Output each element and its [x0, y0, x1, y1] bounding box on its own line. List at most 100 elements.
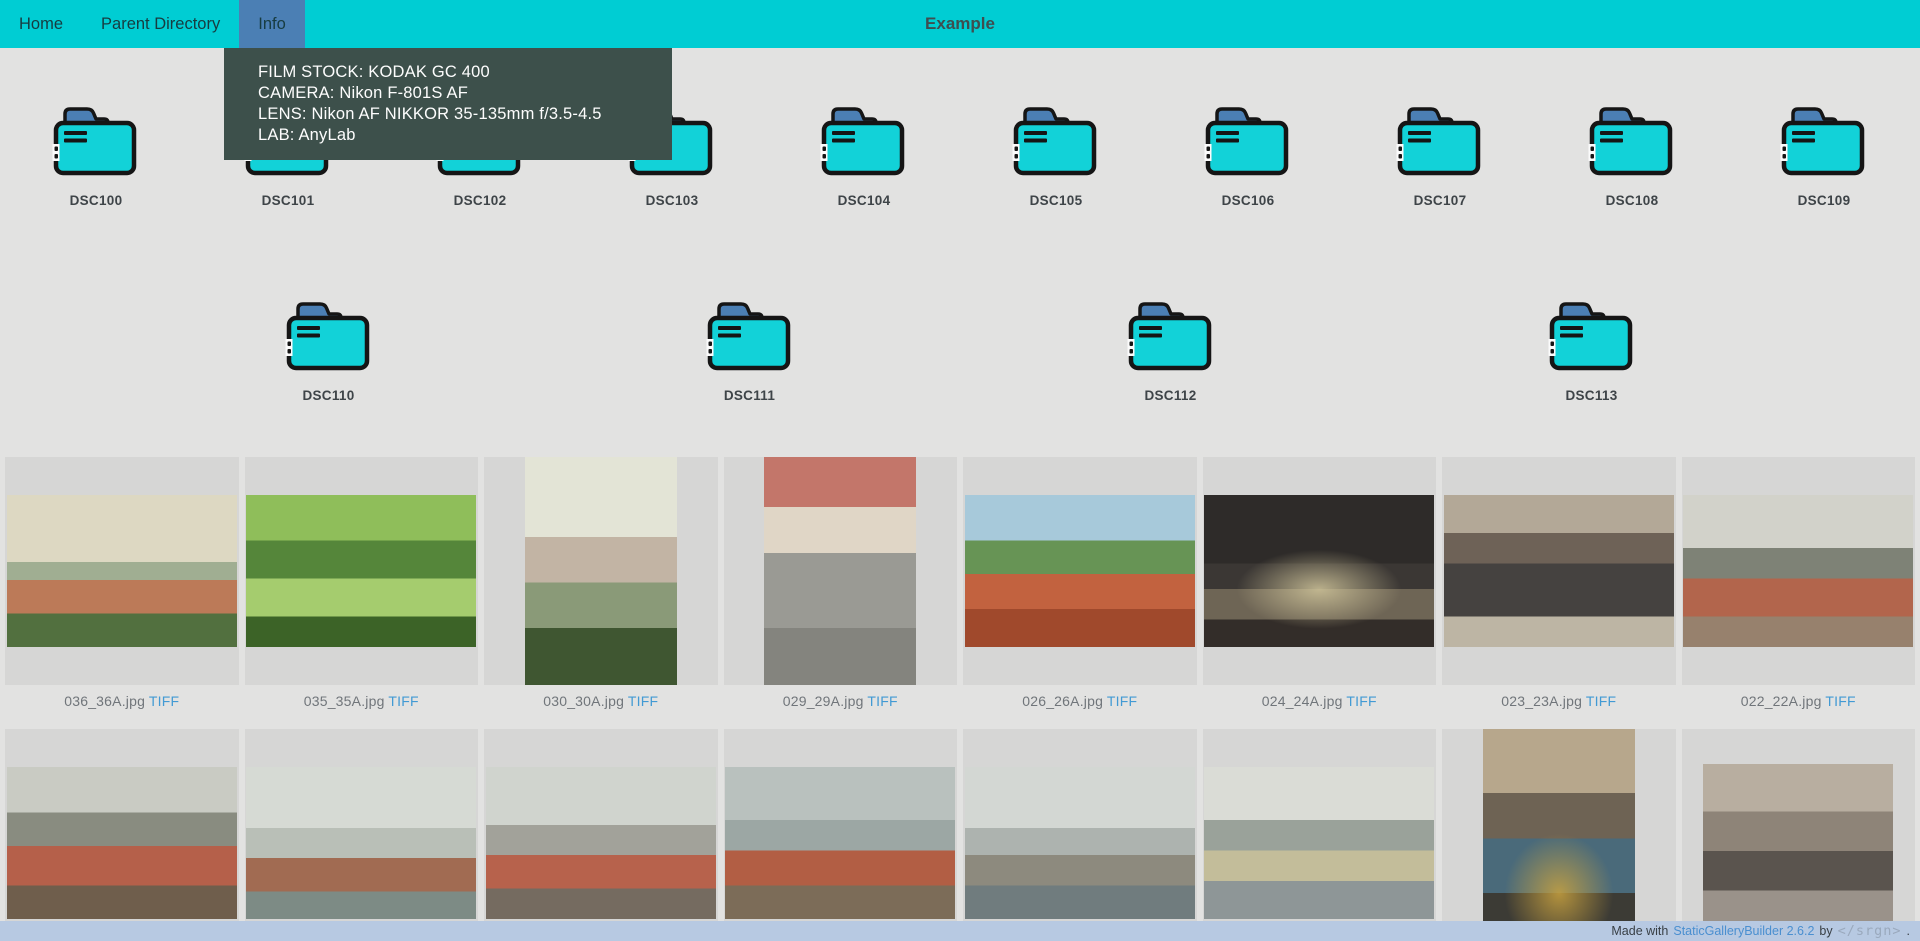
folder-label: DSC103: [646, 193, 699, 208]
nav-item-info[interactable]: Info: [239, 0, 305, 48]
photo-thumbnail[interactable]: [5, 729, 239, 941]
thumb-caption: 030_30A.jpg TIFF: [484, 685, 718, 729]
footer-period-text: .: [1907, 924, 1910, 938]
folder-dsc111[interactable]: DSC111: [539, 298, 960, 403]
photo-old-town-street-with-crowd: [1703, 764, 1893, 922]
photo-thumbnail[interactable]: [245, 729, 479, 941]
photo-thumbnail[interactable]: [1682, 729, 1916, 941]
folder-icon: [706, 298, 794, 372]
folder-label: DSC113: [1565, 388, 1617, 403]
thumb-item: 026_26A.jpg TIFF: [963, 457, 1197, 729]
folder-dsc108[interactable]: DSC108: [1536, 103, 1728, 208]
photo-026_26A.jpg: [965, 495, 1195, 647]
photo-035_35A.jpg: [246, 495, 476, 647]
photo-thumbnail[interactable]: [963, 457, 1197, 685]
photo-bridge-statue-over-river-with-boat: [965, 767, 1195, 919]
thumb-item: 023_23A.jpg TIFF: [1442, 457, 1676, 729]
folder-dsc113[interactable]: DSC113: [1381, 298, 1802, 403]
tiff-link[interactable]: TIFF: [1586, 693, 1616, 709]
folder-dsc109[interactable]: DSC109: [1728, 103, 1920, 208]
folder-label: DSC110: [302, 388, 354, 403]
photo-city-panorama-with-bridge-and-towers: [486, 767, 716, 919]
photo-024_24A.jpg: [1204, 495, 1434, 647]
nav-items: HomeParent DirectoryInfo: [0, 0, 305, 48]
photo-thumbnail[interactable]: [1442, 457, 1676, 685]
thumb-filename: 035_35A.jpg: [304, 693, 385, 709]
footer-builder-link[interactable]: StaticGalleryBuilder 2.6.2: [1673, 924, 1814, 938]
photo-astronomical-clock-tower-facade: [1483, 729, 1635, 941]
info-line: FILM STOCK: KODAK GC 400: [258, 62, 662, 83]
photo-thumbnail[interactable]: [1203, 457, 1437, 685]
nav-item-home[interactable]: Home: [0, 0, 82, 48]
footer-brand-logo[interactable]: </srgn>: [1838, 923, 1902, 939]
photo-thumbnail[interactable]: [724, 457, 958, 685]
footer-by-text: by: [1819, 924, 1832, 938]
photo-rooftops-with-green-church-tower-under-clouds: [725, 767, 955, 919]
thumb-item: [5, 729, 239, 941]
folder-icon: [1012, 103, 1100, 177]
thumb-caption: 022_22A.jpg TIFF: [1682, 685, 1916, 729]
folder-label: DSC101: [262, 193, 315, 208]
thumb-item: 029_29A.jpg TIFF: [724, 457, 958, 729]
folder-icon: [52, 103, 140, 177]
nav-item-parent-directory[interactable]: Parent Directory: [82, 0, 239, 48]
thumb-item: 024_24A.jpg TIFF: [1203, 457, 1437, 729]
folder-label: DSC102: [454, 193, 507, 208]
thumb-item: 030_30A.jpg TIFF: [484, 457, 718, 729]
photo-thumbnail[interactable]: [1442, 729, 1676, 941]
thumb-item: [1442, 729, 1676, 941]
folder-icon: [1548, 298, 1636, 372]
photo-thumbnail[interactable]: [484, 457, 718, 685]
thumb-caption: 029_29A.jpg TIFF: [724, 685, 958, 729]
main-content: DSC100 DSC101 DSC102 DSC103 DSC104: [0, 48, 1920, 941]
folder-label: DSC109: [1798, 193, 1851, 208]
photo-thumbnail[interactable]: [5, 457, 239, 685]
folder-icon: [1396, 103, 1484, 177]
thumb-filename: 023_23A.jpg: [1501, 693, 1582, 709]
thumb-item: 022_22A.jpg TIFF: [1682, 457, 1916, 729]
gallery-row-2: [0, 729, 1920, 941]
tiff-link[interactable]: TIFF: [149, 693, 179, 709]
folder-label: DSC107: [1414, 193, 1467, 208]
folder-dsc104[interactable]: DSC104: [768, 103, 960, 208]
thumb-filename: 022_22A.jpg: [1741, 693, 1822, 709]
folder-label: DSC112: [1144, 388, 1196, 403]
folder-label: DSC105: [1030, 193, 1083, 208]
thumb-item: [245, 729, 479, 941]
folder-icon: [1127, 298, 1215, 372]
folder-dsc100[interactable]: DSC100: [0, 103, 192, 208]
folder-icon: [1588, 103, 1676, 177]
folder-dsc112[interactable]: DSC112: [960, 298, 1381, 403]
tiff-link[interactable]: TIFF: [1346, 693, 1376, 709]
folder-dsc106[interactable]: DSC106: [1152, 103, 1344, 208]
photo-thumbnail[interactable]: [963, 729, 1197, 941]
folder-dsc107[interactable]: DSC107: [1344, 103, 1536, 208]
photo-thumbnail[interactable]: [484, 729, 718, 941]
thumb-filename: 036_36A.jpg: [64, 693, 145, 709]
thumb-item: 036_36A.jpg TIFF: [5, 457, 239, 729]
footer-bar: Made with StaticGalleryBuilder 2.6.2 by …: [0, 921, 1920, 941]
photo-castle-across-river-with-waterfront-houses: [1204, 767, 1434, 919]
tiff-link[interactable]: TIFF: [388, 693, 418, 709]
tiff-link[interactable]: TIFF: [1107, 693, 1137, 709]
thumb-caption: 036_36A.jpg TIFF: [5, 685, 239, 729]
folder-dsc105[interactable]: DSC105: [960, 103, 1152, 208]
tiff-link[interactable]: TIFF: [867, 693, 897, 709]
thumb-caption: 035_35A.jpg TIFF: [245, 685, 479, 729]
thumb-caption: 024_24A.jpg TIFF: [1203, 685, 1437, 729]
tiff-link[interactable]: TIFF: [1825, 693, 1855, 709]
photo-036_36A.jpg: [7, 495, 237, 647]
photo-thumbnail[interactable]: [724, 729, 958, 941]
photo-thumbnail[interactable]: [245, 457, 479, 685]
thumb-item: [1682, 729, 1916, 941]
folder-label: DSC108: [1606, 193, 1659, 208]
thumb-item: [1203, 729, 1437, 941]
thumb-filename: 029_29A.jpg: [783, 693, 864, 709]
folder-dsc110[interactable]: DSC110: [118, 298, 539, 403]
thumb-item: [484, 729, 718, 941]
info-line: LAB: AnyLab: [258, 125, 662, 146]
photo-023_23A.jpg: [1444, 495, 1674, 647]
tiff-link[interactable]: TIFF: [628, 693, 658, 709]
photo-thumbnail[interactable]: [1682, 457, 1916, 685]
photo-thumbnail[interactable]: [1203, 729, 1437, 941]
